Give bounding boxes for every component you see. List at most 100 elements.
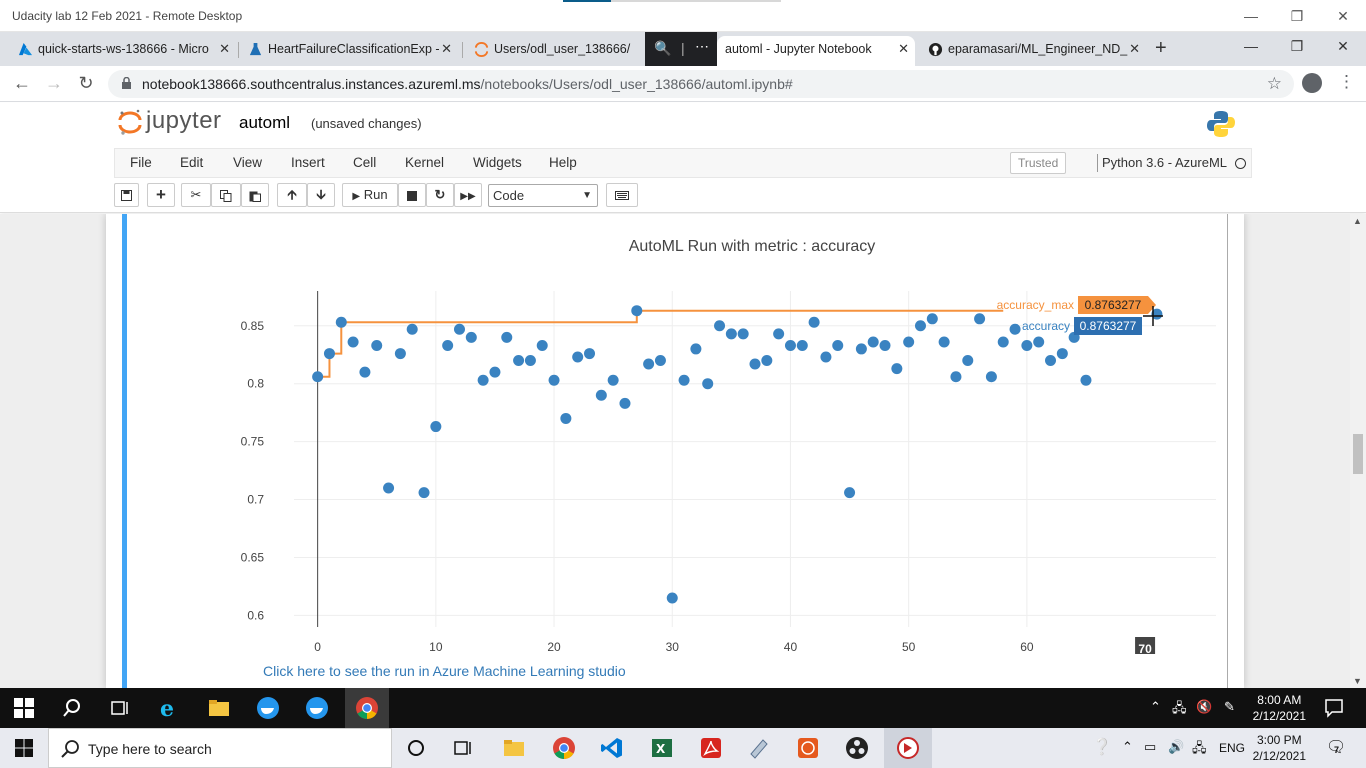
cut-button[interactable]: ✂ [181, 183, 211, 207]
file-explorer-icon[interactable] [502, 736, 526, 760]
tab-label: quick-starts-ws-138666 - Micro [38, 42, 209, 56]
remote-minimize-button[interactable]: — [1236, 6, 1266, 26]
taskbar-search-box[interactable]: Type here to search [48, 728, 392, 768]
run-button[interactable]: ▶ Run [342, 183, 398, 207]
python-logo-icon [1207, 111, 1235, 137]
obs-icon[interactable] [845, 736, 869, 760]
task-view-icon[interactable] [451, 736, 475, 760]
menu-cell[interactable]: Cell [353, 155, 376, 170]
tab-heart-failure-experiment[interactable]: HeartFailureClassificationExp - ✕ [240, 36, 458, 66]
scroll-up-icon[interactable]: ▲ [1353, 216, 1362, 226]
windows-start-icon[interactable] [12, 696, 36, 720]
menu-help[interactable]: Help [549, 155, 577, 170]
accuracy-point [406, 323, 418, 335]
close-icon[interactable]: ✕ [219, 36, 230, 62]
move-up-button[interactable]: 🡩 [277, 183, 307, 207]
tab-automl-notebook[interactable]: automl - Jupyter Notebook ✕ [717, 36, 915, 66]
paste-button[interactable] [241, 183, 269, 207]
accuracy-chart[interactable]: AutoML Run with metric : accuracy 0.6 0.65… [106, 214, 1244, 654]
menu-edit[interactable]: Edit [180, 155, 203, 170]
menu-insert[interactable]: Insert [291, 155, 325, 170]
browser-minimize-button[interactable]: — [1236, 38, 1266, 54]
chrome-icon[interactable] [355, 696, 379, 720]
browser-close-button[interactable]: ✕ [1328, 38, 1358, 55]
restart-run-all-button[interactable]: ▶▶ [454, 183, 482, 207]
scroll-down-icon[interactable]: ▼ [1353, 676, 1362, 686]
accuracy-point [442, 339, 454, 351]
docker-icon[interactable] [256, 696, 280, 720]
trusted-indicator[interactable]: Trusted [1010, 152, 1067, 174]
interrupt-button[interactable] [398, 183, 426, 207]
remote-restore-button[interactable]: ❐ [1282, 6, 1312, 26]
excel-icon[interactable]: X [650, 736, 674, 760]
windows-start-icon[interactable] [12, 736, 36, 760]
app-compass-icon[interactable] [796, 736, 820, 760]
forward-arrow-icon[interactable]: → [42, 73, 66, 94]
notebook-name[interactable]: automl [239, 113, 290, 133]
reload-icon[interactable]: ↻ [74, 73, 98, 94]
x-tick-label: 10 [429, 640, 443, 654]
search-icon[interactable] [60, 696, 84, 720]
network-icon[interactable]: 🖧 [1172, 699, 1187, 721]
jupyter-logo-icon[interactable] [118, 107, 142, 137]
tray-chevron-up-icon[interactable]: ⌃ [1122, 739, 1133, 755]
tab-github-repo[interactable]: eparamasari/ML_Engineer_ND_ ✕ [920, 36, 1146, 66]
accuracy-point [607, 374, 619, 386]
remote-clock[interactable]: 8:00 AM 2/12/2021 [1253, 692, 1306, 724]
remote-close-button[interactable]: ✕ [1328, 6, 1358, 26]
acrobat-icon[interactable] [699, 736, 723, 760]
move-down-button[interactable]: 🡫 [307, 183, 335, 207]
save-button[interactable] [114, 183, 139, 207]
menu-kernel[interactable]: Kernel [405, 155, 444, 170]
battery-icon[interactable]: ▭ [1144, 739, 1156, 755]
save-icon [121, 190, 132, 202]
menu-widgets[interactable]: Widgets [473, 155, 522, 170]
browser-restore-button[interactable]: ❐ [1282, 38, 1312, 55]
profile-avatar-icon[interactable] [1302, 73, 1322, 93]
insert-cell-button[interactable]: + [147, 183, 175, 207]
menu-view[interactable]: View [233, 155, 262, 170]
help-icon[interactable]: ❔ [1092, 737, 1112, 757]
copy-button[interactable] [211, 183, 241, 207]
pen-icon[interactable]: ✎ [1224, 699, 1235, 715]
bookmark-star-icon[interactable]: ☆ [1267, 74, 1282, 94]
zoom-icon[interactable]: 🔍 [654, 40, 671, 57]
vscode-icon[interactable] [600, 736, 624, 760]
browser-menu-icon[interactable]: ⋮ [1338, 72, 1355, 92]
cell-type-select[interactable]: Code ▼ [488, 184, 598, 207]
docker-icon[interactable] [305, 696, 329, 720]
cortana-icon[interactable] [404, 736, 428, 760]
close-icon[interactable]: ✕ [898, 36, 909, 62]
tray-chevron-up-icon[interactable]: ⌃ [1150, 699, 1161, 715]
volume-muted-icon[interactable]: 🔇 [1196, 699, 1212, 715]
command-palette-button[interactable] [606, 183, 638, 207]
tab-azure-workspace[interactable]: quick-starts-ws-138666 - Micro ✕ [10, 36, 236, 66]
chrome-icon[interactable] [552, 736, 576, 760]
page-scrollbar[interactable]: ▲ ▼ [1350, 214, 1366, 688]
menu-file[interactable]: File [130, 155, 152, 170]
local-clock[interactable]: 3:00 PM 2/12/2021 [1253, 732, 1306, 764]
accuracy-point [749, 358, 761, 370]
internet-explorer-icon[interactable]: e [158, 696, 182, 720]
volume-icon[interactable]: 🔊 [1168, 739, 1184, 755]
scrollbar-thumb[interactable] [1353, 434, 1363, 474]
file-explorer-icon[interactable] [207, 696, 231, 720]
snipping-tool-icon[interactable] [747, 736, 771, 760]
accuracy-point [1009, 323, 1021, 335]
tab-jupyter-users-folder[interactable]: Users/odl_user_138666/ [466, 36, 642, 66]
accuracy-point [643, 358, 655, 370]
notification-icon[interactable] [1322, 696, 1346, 720]
close-icon[interactable]: ✕ [1129, 36, 1140, 62]
restart-button[interactable]: ↻ [426, 183, 454, 207]
remote-desktop-icon[interactable] [896, 736, 920, 760]
language-indicator[interactable]: ENG [1219, 741, 1245, 755]
address-bar[interactable]: notebook138666.southcentralus.instances.… [108, 70, 1294, 98]
jupyter-icon [474, 42, 489, 57]
azure-studio-link[interactable]: Click here to see the run in Azure Machi… [263, 663, 626, 679]
close-icon[interactable]: ✕ [441, 36, 452, 62]
back-arrow-icon[interactable]: ← [10, 73, 34, 94]
more-icon[interactable]: ⋯ [695, 38, 709, 55]
new-tab-button[interactable]: + [1155, 37, 1167, 60]
network-icon[interactable]: 🖧 [1192, 739, 1207, 761]
task-view-icon[interactable] [108, 696, 132, 720]
